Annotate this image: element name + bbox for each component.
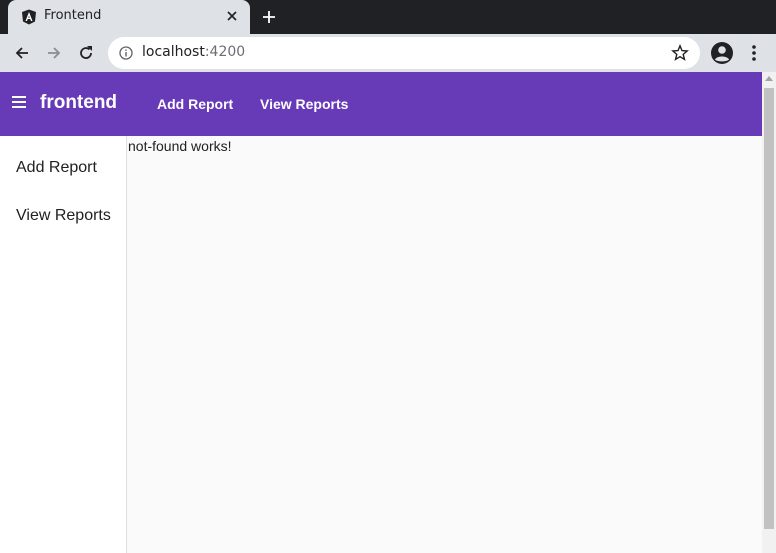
- scroll-up-arrow-icon[interactable]: [765, 76, 773, 81]
- plus-icon[interactable]: [260, 8, 278, 26]
- info-icon[interactable]: [119, 46, 133, 60]
- page-viewport: frontend Add Report View Reports Add Rep…: [0, 72, 776, 553]
- hamburger-menu-icon[interactable]: [12, 96, 26, 108]
- main-content: not-found works!: [127, 136, 762, 553]
- top-nav-view-reports[interactable]: View Reports: [260, 96, 348, 112]
- browser-tab[interactable]: Frontend: [8, 0, 250, 34]
- scrollbar-thumb[interactable]: [764, 88, 774, 529]
- vertical-scrollbar[interactable]: [762, 72, 776, 553]
- tab-title: Frontend: [44, 8, 102, 23]
- forward-arrow-icon[interactable]: [44, 43, 64, 63]
- browser-toolbar: localhost:4200: [0, 34, 776, 72]
- browser-tabstrip: Frontend: [0, 0, 776, 34]
- close-icon[interactable]: [224, 8, 240, 24]
- sidenav-item-add-report[interactable]: Add Report: [16, 159, 97, 177]
- app-toolbar: frontend Add Report View Reports: [0, 72, 762, 136]
- app-brand[interactable]: frontend: [40, 92, 117, 114]
- not-found-message: not-found works!: [128, 138, 232, 154]
- angular-icon: [22, 9, 36, 25]
- sidenav-item-view-reports[interactable]: View Reports: [16, 207, 111, 225]
- reload-icon[interactable]: [76, 43, 96, 63]
- url-text[interactable]: localhost:4200: [142, 44, 245, 60]
- address-bar[interactable]: localhost:4200: [108, 37, 700, 69]
- profile-avatar-icon[interactable]: [710, 41, 734, 65]
- sidenav: Add Report View Reports: [0, 136, 127, 553]
- top-nav-add-report[interactable]: Add Report: [157, 96, 233, 112]
- bookmark-star-icon[interactable]: [671, 44, 689, 62]
- kebab-menu-icon[interactable]: [746, 43, 762, 63]
- back-arrow-icon[interactable]: [12, 43, 32, 63]
